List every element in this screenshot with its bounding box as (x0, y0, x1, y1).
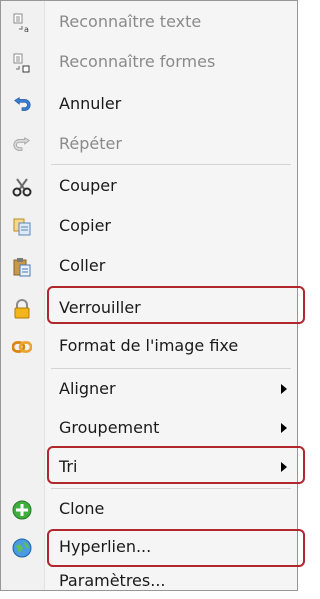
menu-item-label: Clone (59, 499, 105, 518)
recognize-shapes-icon (12, 53, 32, 73)
highlight-box-hyperlink (47, 529, 305, 567)
menu-item-align[interactable]: Aligner (1, 371, 299, 407)
menu-item-copy[interactable]: Copier (1, 208, 299, 244)
menu-item-label: Coller (59, 256, 106, 275)
svg-text:a: a (24, 25, 29, 33)
clone-plus-icon (12, 500, 32, 520)
recognize-text-icon: a (12, 13, 32, 33)
menu-item-label: Annuler (59, 94, 122, 113)
globe-icon (12, 538, 32, 558)
undo-icon (12, 95, 32, 115)
menu-item-label: Groupement (59, 418, 160, 437)
menu-item-label: Paramètres... (59, 571, 166, 590)
menu-item-fixed-image-format[interactable]: Format de l'image fixe (1, 328, 299, 364)
lock-icon (12, 299, 32, 319)
menu-item-undo[interactable]: Annuler (1, 86, 299, 122)
menu-item-cut[interactable]: Couper (1, 168, 299, 204)
menu-item-paste[interactable]: Coller (1, 248, 299, 284)
menu-item-label: Reconnaître formes (59, 52, 216, 71)
highlight-box-lock (47, 286, 305, 324)
menu-item-redo[interactable]: Répéter (1, 126, 299, 162)
copy-icon (12, 217, 32, 237)
highlight-box-sort (47, 446, 305, 484)
menu-item-recognize-shapes[interactable]: Reconnaître formes (1, 44, 299, 80)
menu-separator (51, 488, 291, 489)
menu-item-label: Copier (59, 216, 111, 235)
scissors-icon (12, 177, 32, 197)
menu-item-label: Reconnaître texte (59, 12, 202, 31)
menu-separator (51, 368, 291, 369)
redo-icon (12, 135, 32, 155)
menu-separator (51, 164, 291, 165)
menu-item-label: Couper (59, 176, 117, 195)
submenu-arrow-icon (281, 384, 287, 394)
submenu-arrow-icon (281, 423, 287, 433)
menu-item-label: Aligner (59, 379, 116, 398)
menu-item-label: Répéter (59, 134, 122, 153)
menu-item-recognize-text[interactable]: a Reconnaître texte (1, 4, 299, 40)
link-chain-icon (12, 337, 32, 357)
menu-item-grouping[interactable]: Groupement (1, 410, 299, 446)
paste-icon (12, 257, 32, 277)
menu-item-clone[interactable]: Clone (1, 491, 299, 527)
menu-item-label: Format de l'image fixe (59, 336, 239, 355)
menu-item-settings[interactable]: Paramètres... (1, 563, 299, 599)
